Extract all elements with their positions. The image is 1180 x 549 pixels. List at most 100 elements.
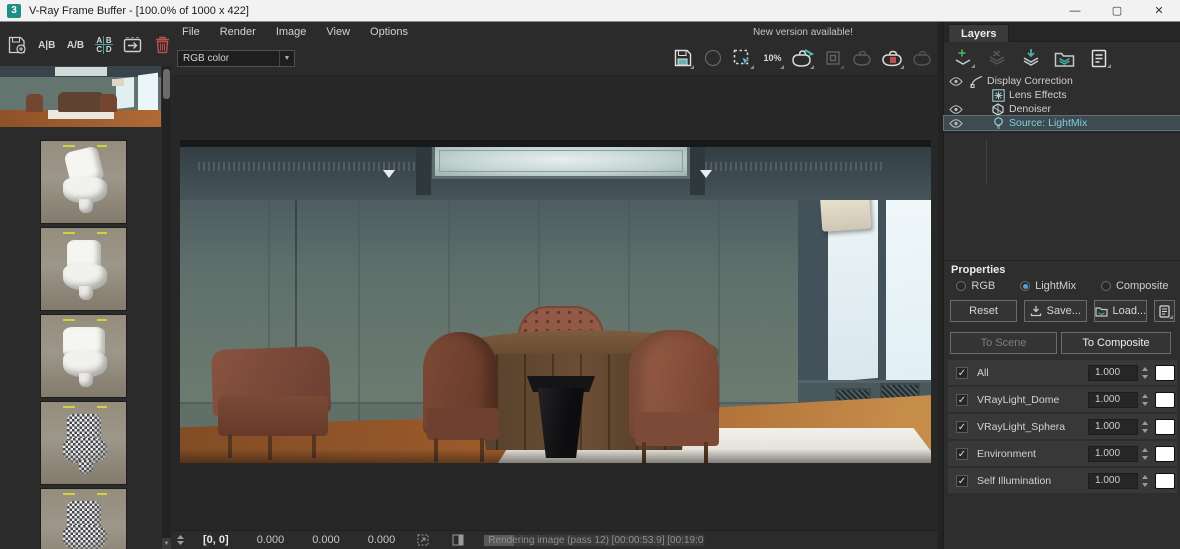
color-swatch[interactable] [1155,472,1175,489]
lightmix-file-buttons: Reset Save... Load... [950,300,1176,322]
eye-icon[interactable] [944,104,968,114]
region-render-icon[interactable] [730,45,755,71]
history-thumbnail-1[interactable] [40,140,127,224]
render-last-teapot-icon[interactable] [790,45,815,71]
history-thumbnail-2[interactable] [40,227,127,311]
set-b-image-icon[interactable] [123,32,143,58]
compare-abcd-icon[interactable]: A B C D [94,32,114,58]
add-layer-icon[interactable] [950,46,976,70]
multiplier-spinner[interactable] [1142,365,1151,381]
layer-label: Lens Effects [1009,89,1067,101]
preview-chair-shape [26,94,43,112]
tab-layers[interactable]: Layers [948,24,1010,42]
history-toolbar: A|B A/B A B C D [4,26,172,64]
save-history-icon[interactable] [8,32,28,58]
channel-dropdown[interactable]: RGB color ▼ [177,50,295,67]
layer-row-source-lightmix[interactable]: Source: LightMix [943,115,1180,131]
stop-render-teapot-icon[interactable] [880,45,905,71]
sphere-view-icon[interactable] [700,45,725,71]
multiplier-field[interactable]: 1.000 [1088,391,1138,408]
lightmix-label: Self Illumination [977,474,1052,487]
load-layers-folder-icon[interactable] [1052,46,1078,70]
layer-row-denoiser[interactable]: Denoiser [944,102,1180,116]
zoom-level-icon[interactable]: 10% [760,45,785,71]
layer-presets-icon[interactable] [1086,46,1112,70]
history-thumbnail-3[interactable] [40,314,127,398]
dimension-mark [97,319,107,321]
render-teapot-icon[interactable] [850,45,875,71]
light-marker-triangle [700,170,712,178]
delete-layer-icon[interactable] [984,46,1010,70]
scrollbar-down-button[interactable]: ▼ [162,538,171,549]
menu-render[interactable]: Render [210,22,266,42]
history-scrollbar[interactable]: ▼ [162,66,171,549]
checkbox[interactable]: ✓ [956,420,968,433]
minimize-button[interactable]: — [1054,0,1096,21]
maximize-button[interactable]: ▢ [1096,0,1138,21]
abcd-b: B [104,36,114,45]
layer-row-lens-effects[interactable]: Lens Effects [944,88,1180,102]
menu-image[interactable]: Image [266,22,317,42]
scrollbar-thumb[interactable] [163,69,170,99]
multiplier-spinner[interactable] [1142,419,1151,435]
close-button[interactable]: ✕ [1138,0,1180,21]
color-swatch[interactable] [1155,391,1175,408]
compare-ab-diagonal-icon[interactable]: A/B [66,32,86,58]
render-image[interactable] [180,140,931,463]
menu-file[interactable]: File [172,22,210,42]
cloud-render-teapot-icon[interactable] [910,45,935,71]
save-arrow-icon [1030,306,1041,317]
pixel-stepper-icon[interactable] [176,534,185,546]
checkbox[interactable]: ✓ [956,474,968,487]
save-button[interactable]: Save... [1024,300,1087,322]
follow-mouse-icon[interactable] [820,45,845,71]
save-layers-icon[interactable] [1018,46,1044,70]
checkbox[interactable]: ✓ [956,393,968,406]
multiplier-spinner[interactable] [1142,392,1151,408]
multiplier-spinner[interactable] [1142,446,1151,462]
multiplier-field[interactable]: 1.000 [1088,445,1138,462]
document-icon [1159,304,1170,318]
to-scene-button[interactable]: To Scene [950,332,1057,354]
lightmix-row-environment: ✓ Environment 1.000 [948,441,1177,466]
new-version-notice[interactable]: New version available! [753,27,853,38]
pixel-b-value: 0.000 [367,534,396,546]
reset-button[interactable]: Reset [950,300,1018,322]
compare-ab-icon[interactable]: A|B [37,32,57,58]
radio-lightmix[interactable]: LightMix [1020,280,1076,292]
eye-icon[interactable] [944,76,968,86]
lightmix-presets-button[interactable] [1154,300,1176,322]
color-swatch[interactable] [1155,418,1175,435]
history-thumbnail-5[interactable] [40,488,127,549]
radio-dot [956,281,967,291]
history-thumbnail-4[interactable] [40,401,127,485]
radio-dot [1100,281,1111,291]
color-swatch[interactable] [1155,445,1175,462]
multiplier-spinner[interactable] [1142,473,1151,489]
color-clamp-icon[interactable] [452,534,465,546]
dimension-mark [63,493,75,495]
multiplier-field[interactable]: 1.000 [1088,418,1138,435]
menu-options[interactable]: Options [360,22,418,42]
pixel-r-value: 0.000 [256,534,285,546]
progress-text: Rendering image (pass 12) [00:00:53.9] [… [488,534,704,546]
radio-composite[interactable]: Composite [1100,280,1169,292]
layer-row-display-correction[interactable]: Display Correction [944,74,1180,88]
multiplier-field[interactable]: 1.000 [1088,364,1138,381]
abcd-c: C [95,45,105,54]
menu-view[interactable]: View [316,22,360,42]
clear-history-trash-icon[interactable] [152,32,172,58]
checkbox[interactable]: ✓ [956,447,968,460]
dimension-mark [63,319,75,321]
checkbox[interactable]: ✓ [956,366,968,379]
radio-rgb[interactable]: RGB [956,280,995,292]
multiplier-field[interactable]: 1.000 [1088,472,1138,489]
color-swatch[interactable] [1155,364,1175,381]
save-image-icon[interactable] [670,45,695,71]
pixel-info-icon[interactable] [417,534,430,546]
to-composite-button[interactable]: To Composite [1061,332,1171,354]
eye-icon[interactable] [944,118,968,128]
render-preview-thumbnail[interactable] [0,66,161,127]
load-button[interactable]: Load... [1093,300,1148,322]
compare-ab-label: A|B [38,39,56,51]
